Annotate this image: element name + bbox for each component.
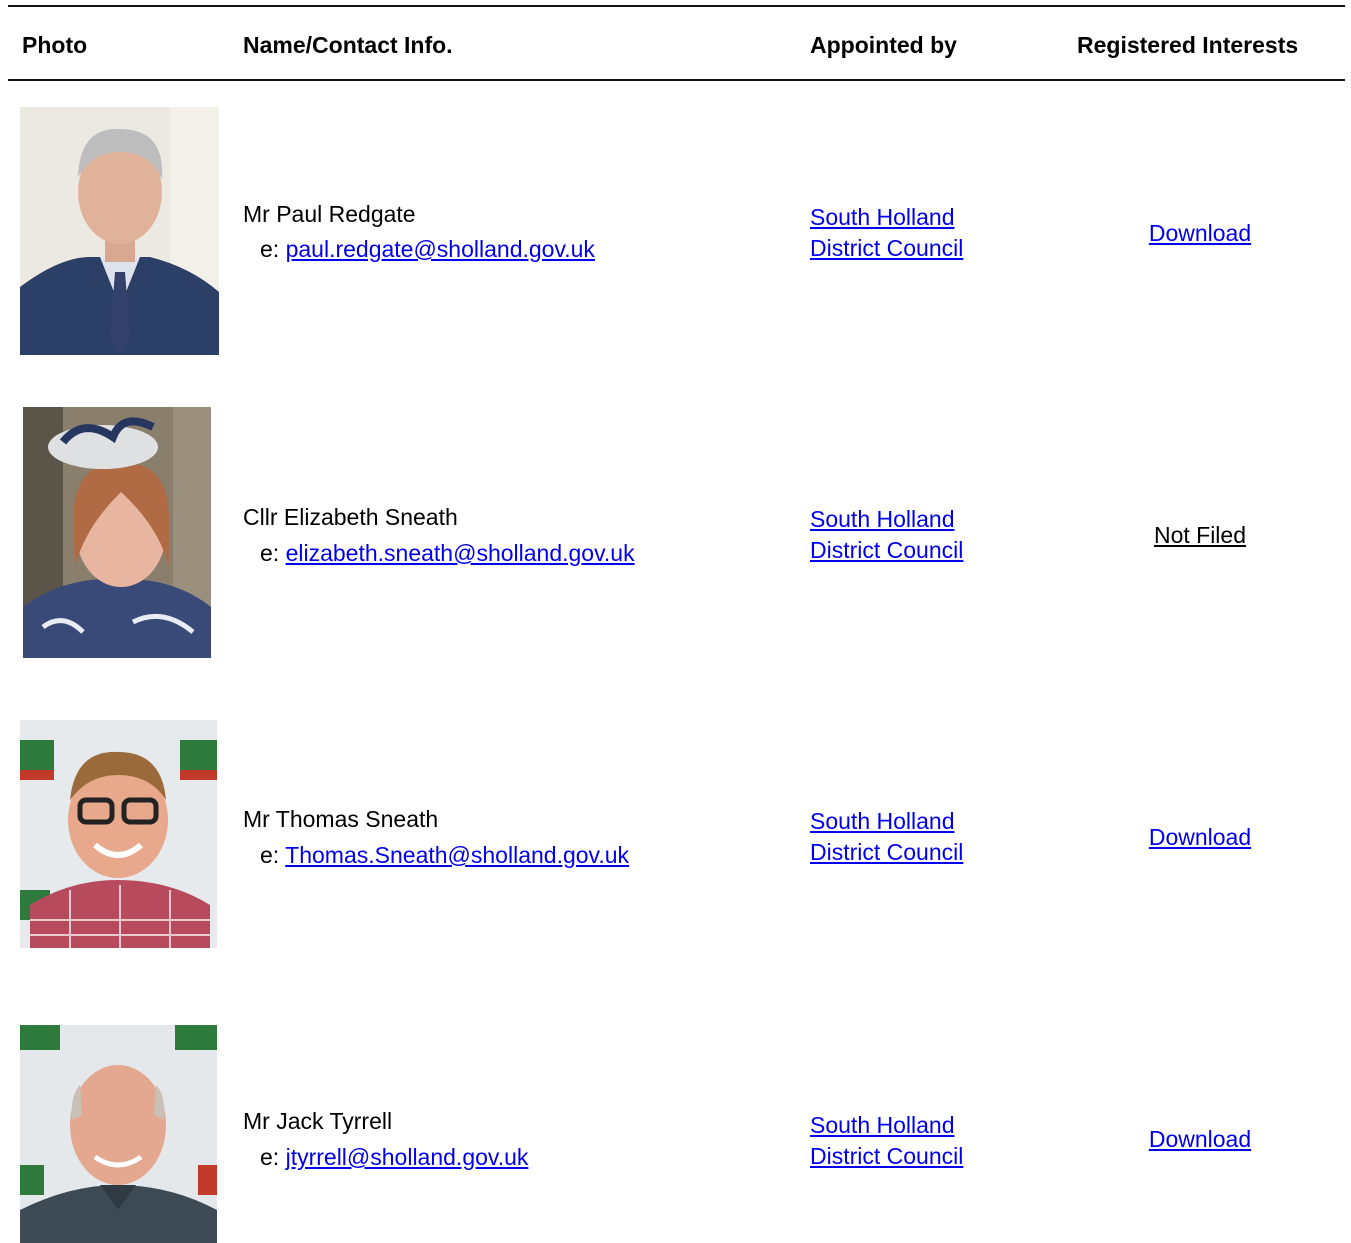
download-interests-link[interactable]: Download bbox=[1149, 1126, 1251, 1152]
portrait-man-suit-icon bbox=[20, 107, 219, 355]
member-email-line: e: Thomas.Sneath@sholland.gov.uk bbox=[260, 839, 629, 871]
column-header-name-contact: Name/Contact Info. bbox=[243, 32, 453, 58]
registered-interests-cell: Not Filed bbox=[1081, 519, 1319, 551]
member-name: Mr Thomas Sneath bbox=[243, 806, 439, 832]
appointed-by-line1[interactable]: South Holland bbox=[810, 808, 955, 834]
appointed-by-link[interactable]: South Holland District Council bbox=[810, 1110, 1030, 1172]
registered-interests-cell: Download bbox=[1081, 1123, 1319, 1155]
portrait-woman-fascinator-icon bbox=[23, 407, 211, 658]
appointed-by-line2[interactable]: District Council bbox=[810, 1143, 963, 1169]
appointed-by-link[interactable]: South Holland District Council bbox=[810, 806, 1030, 868]
member-email-link[interactable]: jtyrrell@sholland.gov.uk bbox=[286, 1144, 529, 1170]
member-email-link[interactable]: paul.redgate@sholland.gov.uk bbox=[286, 236, 595, 262]
member-name: Cllr Elizabeth Sneath bbox=[243, 504, 458, 530]
column-header-appointed-by: Appointed by bbox=[810, 32, 957, 58]
member-photo bbox=[20, 1025, 217, 1243]
appointed-by-link[interactable]: South Holland District Council bbox=[810, 504, 1030, 566]
registered-interests-cell: Download bbox=[1081, 821, 1319, 853]
appointed-by-line2[interactable]: District Council bbox=[810, 235, 963, 261]
member-email-line: e: elizabeth.sneath@sholland.gov.uk bbox=[260, 537, 635, 569]
column-header-registered-interests: Registered Interests bbox=[1077, 32, 1299, 58]
portrait-man-bald-icon bbox=[20, 1025, 217, 1243]
not-filed-label: Not Filed bbox=[1153, 522, 1247, 548]
appointed-by-line1[interactable]: South Holland bbox=[810, 204, 955, 230]
email-prefix: e: bbox=[260, 540, 280, 566]
table-top-rule bbox=[8, 5, 1345, 7]
member-email-link[interactable]: elizabeth.sneath@sholland.gov.uk bbox=[286, 540, 635, 566]
member-name: Mr Paul Redgate bbox=[243, 201, 416, 227]
email-prefix: e: bbox=[260, 236, 280, 262]
appointed-by-line1[interactable]: South Holland bbox=[810, 1112, 955, 1138]
appointed-by-link[interactable]: South Holland District Council bbox=[810, 202, 1030, 264]
member-email-line: e: paul.redgate@sholland.gov.uk bbox=[260, 233, 595, 265]
member-photo bbox=[23, 407, 211, 658]
download-interests-link[interactable]: Download bbox=[1149, 220, 1251, 246]
email-prefix: e: bbox=[260, 1144, 280, 1170]
download-interests-link[interactable]: Download bbox=[1149, 824, 1251, 850]
member-email-link[interactable]: Thomas.Sneath@sholland.gov.uk bbox=[285, 842, 629, 868]
member-name: Mr Jack Tyrrell bbox=[243, 1108, 393, 1134]
registered-interests-cell: Download bbox=[1081, 217, 1319, 249]
email-prefix: e: bbox=[260, 842, 280, 868]
appointed-by-line1[interactable]: South Holland bbox=[810, 506, 955, 532]
member-photo bbox=[20, 107, 219, 355]
member-email-line: e: jtyrrell@sholland.gov.uk bbox=[260, 1141, 528, 1173]
member-photo bbox=[20, 720, 217, 948]
header-divider-rule bbox=[8, 79, 1345, 81]
column-header-photo: Photo bbox=[22, 32, 88, 58]
appointed-by-line2[interactable]: District Council bbox=[810, 839, 963, 865]
portrait-man-glasses-icon bbox=[20, 720, 217, 948]
appointed-by-line2[interactable]: District Council bbox=[810, 537, 963, 563]
